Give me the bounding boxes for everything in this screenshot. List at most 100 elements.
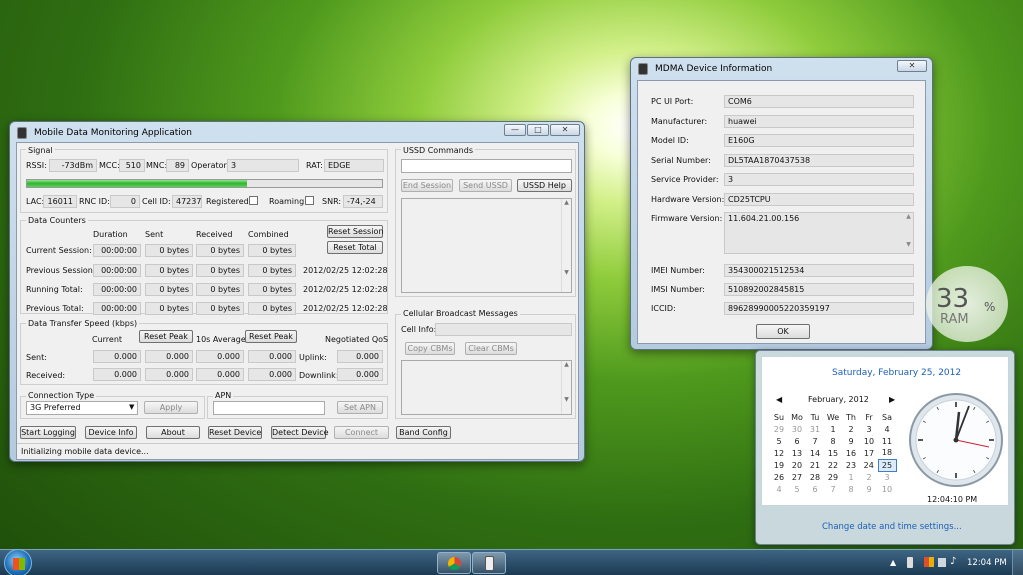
calendar-day[interactable]: 22 [824,459,842,471]
show-hidden-icons-icon[interactable]: ▲ [890,558,896,567]
calendar-month[interactable]: February, 2012 [808,395,869,404]
calendar-day[interactable]: 18 [878,447,896,459]
band-config-button[interactable]: Band Config [396,426,451,439]
calendar-day[interactable]: 13 [788,447,806,459]
show-desktop-button[interactable] [1012,550,1023,575]
ussd-scrollbar[interactable]: ▲ ▼ [561,199,571,292]
calendar-day[interactable]: 3 [878,471,896,483]
volume-icon[interactable]: ♪ [950,556,956,567]
calendar-day[interactable]: 26 [770,471,788,483]
calendar-day[interactable]: 11 [878,435,896,447]
calendar-day[interactable]: 6 [788,435,806,447]
calendar-day[interactable]: 2 [860,471,878,483]
device-info-titlebar[interactable]: MDMA Device Information ✕ [631,58,932,80]
next-month-arrow-icon[interactable]: ▶ [889,395,895,404]
taskbar-chrome-button[interactable] [437,552,471,574]
signal-group-label: Signal [26,146,55,155]
ussd-input[interactable] [401,159,572,173]
clear-cbms-button[interactable]: Clear CBMs [465,342,517,355]
send-ussd-button[interactable]: Send USSD [459,179,512,192]
calendar-day[interactable]: 5 [770,435,788,447]
calendar-day[interactable]: 7 [806,435,824,447]
connect-button[interactable]: Connect [334,426,389,439]
calendar-day[interactable]: 28 [806,471,824,483]
registered-checkbox[interactable] [249,196,258,205]
end-session-button[interactable]: End Session [401,179,453,192]
calendar-day[interactable]: 8 [842,483,860,495]
calendar-day[interactable]: 4 [878,423,896,435]
start-logging-button[interactable]: Start Logging [20,426,76,439]
calendar-day[interactable]: 27 [788,471,806,483]
calendar-day[interactable]: 15 [824,447,842,459]
calendar-day[interactable]: 29 [770,423,788,435]
calendar-day[interactable]: 4 [770,483,788,495]
mdm-titlebar[interactable]: Mobile Data Monitoring Application — □ ✕ [10,122,584,144]
apply-button[interactable]: Apply [144,401,198,414]
calendar-day[interactable]: 19 [770,459,788,471]
mdm-window: Mobile Data Monitoring Application — □ ✕… [9,121,585,462]
mcc-value: 510 [119,159,145,172]
calendar-day[interactable]: 12 [770,447,788,459]
calendar-day[interactable]: 31 [806,423,824,435]
device-info-close-button[interactable]: ✕ [897,60,927,72]
ussd-help-button[interactable]: USSD Help [517,179,572,192]
calendar-day[interactable]: 29 [824,471,842,483]
taskbar-mdma-button[interactable] [472,552,506,574]
calendar-day[interactable]: 16 [842,447,860,459]
prev-month-arrow-icon[interactable]: ◀ [776,395,782,404]
reset-peak-avg-button[interactable]: Reset Peak [245,330,297,343]
calendar-day[interactable]: 14 [806,447,824,459]
cbm-output[interactable]: ▲ ▼ [401,360,572,415]
taskbar-clock[interactable]: 12:04 PM [967,558,1007,568]
calendar-day[interactable]: 1 [824,423,842,435]
reset-device-button[interactable]: Reset Device [208,426,262,439]
cbm-scrollbar[interactable]: ▲ ▼ [561,361,571,414]
calendar-date-title[interactable]: Saturday, February 25, 2012 [832,368,961,378]
reset-peak-button[interactable]: Reset Peak [139,330,193,343]
device-info-button[interactable]: Device Info [85,426,137,439]
calendar-day[interactable]: 10 [878,483,896,495]
calendar-day[interactable]: 9 [842,435,860,447]
calendar-day[interactable]: 8 [824,435,842,447]
close-button[interactable]: ✕ [550,124,580,136]
calendar-day[interactable]: 10 [860,435,878,447]
reset-session-button[interactable]: Reset Session [327,225,383,238]
calendar-day[interactable]: 6 [806,483,824,495]
calendar-day[interactable]: 7 [824,483,842,495]
calendar-day[interactable]: 2 [842,423,860,435]
flag-tray-icon[interactable] [924,557,934,567]
about-button[interactable]: About [146,426,200,439]
set-apn-button[interactable]: Set APN [337,401,383,414]
calendar-day[interactable]: 21 [806,459,824,471]
ram-gadget[interactable]: 33 % RAM [926,266,1008,342]
connection-type-select[interactable]: 3G Preferred [26,401,138,415]
counter-date: 2012/02/25 12:02:28 [303,304,388,313]
calendar-day[interactable]: 23 [842,459,860,471]
minimize-button[interactable]: — [504,124,526,136]
calendar-day[interactable]: 30 [788,423,806,435]
firmware-scrollbar[interactable]: ▲ ▼ [904,213,913,253]
calendar-day[interactable]: 20 [788,459,806,471]
network-tray-icon[interactable] [938,558,946,567]
ussd-output[interactable]: ▲ ▼ [401,198,572,293]
detect-device-button[interactable]: Detect Device [271,426,329,439]
maximize-button[interactable]: □ [527,124,549,136]
device-tray-icon[interactable] [907,557,913,568]
copy-cbms-button[interactable]: Copy CBMs [405,342,455,355]
calendar-day[interactable]: 5 [788,483,806,495]
calendar-day[interactable]: 24 [860,459,878,471]
calendar-day[interactable]: 3 [860,423,878,435]
ok-button[interactable]: OK [756,324,810,339]
received-speed-field: 0.000 [248,368,296,381]
calendar-day[interactable]: 1 [842,471,860,483]
change-date-time-link[interactable]: Change date and time settings... [822,522,962,532]
apn-input[interactable] [213,401,325,415]
roaming-checkbox[interactable] [305,196,314,205]
weekday-fr: Fr [865,412,873,422]
reset-total-button[interactable]: Reset Total [327,241,383,254]
operator-value: 3 [227,159,299,172]
start-button[interactable] [4,549,32,575]
calendar-day[interactable]: 9 [860,483,878,495]
calendar-day[interactable]: 25 [877,458,897,472]
calendar-day[interactable]: 17 [860,447,878,459]
